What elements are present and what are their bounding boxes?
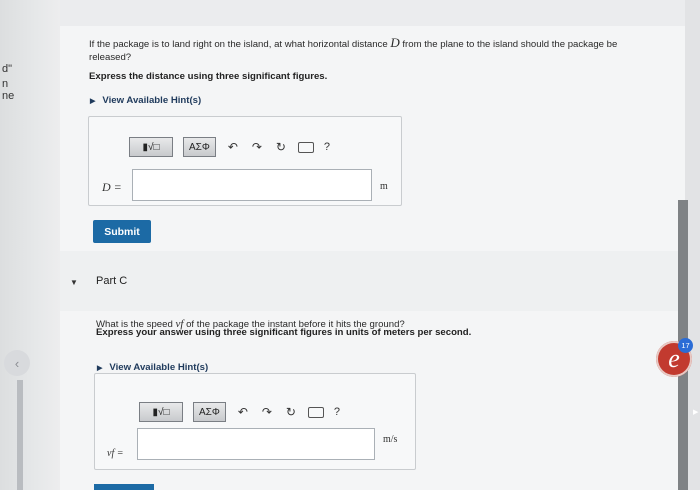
part-b-hint-link[interactable]: ▶ View Available Hint(s) — [90, 95, 201, 106]
keyboard-icon[interactable] — [307, 406, 324, 418]
left-gutter: d" n ne ‹ — [0, 0, 60, 490]
reset-icon[interactable]: ↻ — [284, 405, 298, 419]
answer-input[interactable] — [132, 169, 372, 201]
variable-d: D — [390, 35, 400, 50]
undo-icon[interactable]: ↶ — [226, 140, 240, 154]
help-icon[interactable]: ? — [334, 406, 340, 418]
part-c-answer-box: ▮√□ ΑΣΦ ↶ ↷ ↻ ? vf = m/s — [94, 373, 416, 470]
unit-label: m — [380, 181, 388, 192]
templates-button[interactable]: ▮√□ — [129, 137, 173, 157]
undo-icon[interactable]: ↶ — [236, 405, 250, 419]
math-toolbar: ▮√□ ΑΣΦ ↶ ↷ ↻ ? — [129, 137, 330, 157]
part-c-instruction: Express your answer using three signific… — [96, 327, 472, 338]
part-b-instruction: Express the distance using three signifi… — [89, 71, 328, 82]
expand-triangle-icon: ▶ — [90, 97, 96, 105]
question-text: If the package is to land right on the i… — [89, 39, 391, 50]
hint-label: View Available Hint(s) — [109, 362, 209, 373]
expand-triangle-icon: ▶ — [97, 364, 103, 372]
redo-icon[interactable]: ↷ — [250, 140, 264, 154]
part-c-header[interactable]: ▼ Part C — [60, 251, 685, 311]
greek-button[interactable]: ΑΣΦ — [193, 402, 226, 422]
previous-icon[interactable]: ‹ — [4, 350, 30, 376]
gutter-scrollbar[interactable] — [17, 380, 23, 490]
templates-button[interactable]: ▮√□ — [139, 402, 183, 422]
math-toolbar: ▮√□ ΑΣΦ ↶ ↷ ↻ ? — [139, 402, 340, 422]
collapse-caret-icon[interactable]: ▼ — [70, 278, 78, 287]
part-b-answer-box: ▮√□ ΑΣΦ ↶ ↷ ↻ ? D = m — [88, 116, 402, 206]
top-panel — [60, 0, 685, 26]
part-c-title: Part C — [96, 275, 128, 287]
help-icon[interactable]: ? — [324, 141, 330, 153]
keyboard-icon[interactable] — [297, 141, 314, 153]
gutter-fragment: d" — [2, 63, 13, 75]
next-arrow-icon[interactable]: ▶ — [693, 408, 698, 416]
notification-count-badge: 17 — [678, 338, 693, 353]
submit-button-partial[interactable] — [94, 484, 154, 490]
answer-input[interactable] — [137, 428, 375, 460]
variable-label: vf = — [107, 448, 124, 459]
main-panel: If the package is to land right on the i… — [60, 0, 685, 490]
gutter-fragment: ne — [2, 90, 15, 102]
redo-icon[interactable]: ↷ — [260, 405, 274, 419]
reset-icon[interactable]: ↻ — [274, 140, 288, 154]
submit-button[interactable]: Submit — [93, 220, 151, 243]
variable-label: D = — [102, 180, 122, 194]
gutter-fragment: n — [2, 78, 9, 90]
unit-label: m/s — [383, 434, 398, 445]
greek-button[interactable]: ΑΣΦ — [183, 137, 216, 157]
part-c-hint-link[interactable]: ▶ View Available Hint(s) — [97, 362, 208, 373]
hint-label: View Available Hint(s) — [102, 95, 202, 106]
part-b-question: If the package is to land right on the i… — [89, 36, 649, 64]
